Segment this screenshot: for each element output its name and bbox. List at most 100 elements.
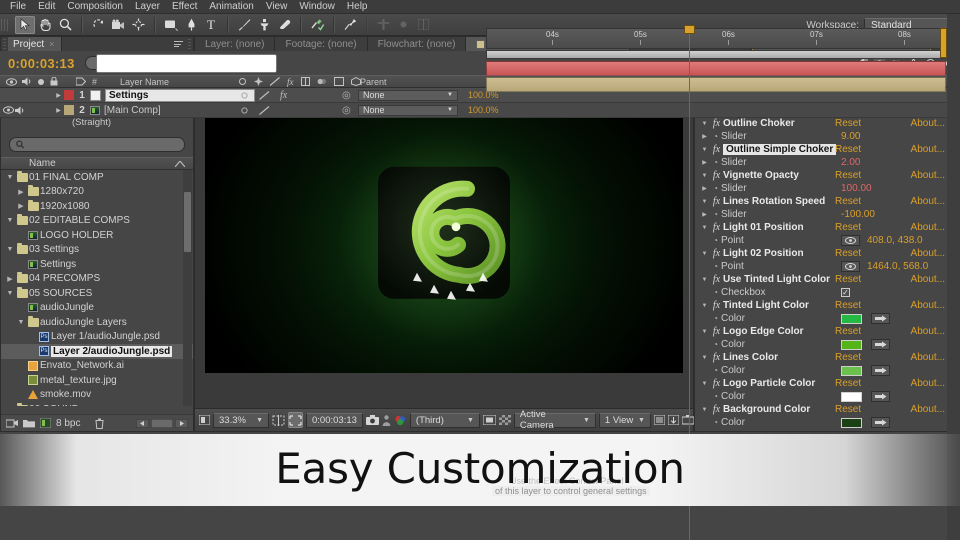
layer-bar-main-comp[interactable] xyxy=(486,77,946,92)
scroll-left-icon[interactable] xyxy=(136,418,149,428)
chevron-down-icon[interactable]: ▼ xyxy=(256,417,263,424)
effect-header-light-02-position[interactable]: ▼ fx Light 02 Position Reset About... xyxy=(695,247,959,260)
project-item-03-settings[interactable]: ▼ 03 Settings xyxy=(1,243,193,258)
parent-select[interactable]: None ▼ xyxy=(358,104,458,116)
stopwatch-icon[interactable]: ◔ xyxy=(710,314,721,323)
effect-header-use-tinted-light-color[interactable]: ▼ fx Use Tinted Light Color Reset About... xyxy=(695,273,959,286)
hand-tool-button[interactable] xyxy=(35,16,55,34)
disclosure-triangle[interactable]: ▼ xyxy=(699,225,710,231)
stopwatch-icon[interactable]: ◔ xyxy=(710,288,721,297)
about-link[interactable]: About... xyxy=(911,378,945,389)
layer-name-header[interactable]: Layer Name xyxy=(120,77,169,87)
menu-item-layer[interactable]: Layer xyxy=(129,0,166,14)
new-comp-icon[interactable] xyxy=(6,418,18,428)
current-time-indicator[interactable] xyxy=(684,25,695,540)
timeline-layer-rows[interactable]: ▶ 1 Settings fx ◎ None ▼ 100.0% ▶ 2 [Main Comp] ◎ No… xyxy=(0,88,960,118)
toolbar-grip[interactable] xyxy=(1,15,10,34)
project-item-settings[interactable]: Settings xyxy=(1,257,193,272)
effect-param-slider[interactable]: ▶ ◔ Slider 100.00 xyxy=(695,182,959,195)
viewer-tab-1[interactable]: Footage: (none) xyxy=(275,37,368,51)
label-icon[interactable] xyxy=(76,77,86,86)
effect-param-color[interactable]: ◔ Color xyxy=(695,338,959,351)
reset-link[interactable]: Reset xyxy=(835,352,861,363)
point-value[interactable]: 1464.0, 568.0 xyxy=(867,261,928,272)
lock-icon[interactable] xyxy=(50,77,58,86)
effect-header-tinted-light-color[interactable]: ▼ fx Tinted Light Color Reset About... xyxy=(695,299,959,312)
project-item-06-sound[interactable]: ▶ 06 SOUND xyxy=(1,402,193,406)
fx-icon[interactable]: fx xyxy=(710,248,723,259)
scroll-right-icon[interactable] xyxy=(175,418,188,428)
reset-link[interactable]: Reset xyxy=(835,274,861,285)
frame-blend-header-icon[interactable] xyxy=(300,77,310,86)
layer-name[interactable]: [Main Comp] xyxy=(104,105,161,116)
about-link[interactable]: About... xyxy=(911,326,945,337)
effect-header-lines-rotation-speed[interactable]: ▼ fx Lines Rotation Speed Reset About... xyxy=(695,195,959,208)
color-swatch[interactable] xyxy=(841,365,862,376)
menu-item-window[interactable]: Window xyxy=(293,0,341,14)
stopwatch-icon[interactable]: ◔ xyxy=(710,158,721,167)
disclosure-triangle[interactable]: ▼ xyxy=(699,381,710,387)
color-swatch[interactable] xyxy=(841,339,862,350)
effect-param-color[interactable]: ◔ Color xyxy=(695,364,959,377)
project-item-envato-network-ai[interactable]: Envato_Network.ai xyxy=(1,359,193,374)
effect-param-slider[interactable]: ▶ ◔ Slider 2.00 xyxy=(695,156,959,169)
stopwatch-icon[interactable]: ◔ xyxy=(710,366,721,375)
reset-link[interactable]: Reset xyxy=(835,300,861,311)
disclosure-triangle[interactable]: ▶ xyxy=(53,90,64,101)
always-preview-icon[interactable] xyxy=(199,412,210,428)
project-item-1920x1080[interactable]: ▶ 1920x1080 xyxy=(1,199,193,214)
shape-tool-button[interactable] xyxy=(161,16,181,34)
reset-link[interactable]: Reset xyxy=(835,248,861,259)
effect-header-outline-simple-choker[interactable]: ▼ fx Outline Simple Choker Reset About... xyxy=(695,143,959,156)
stopwatch-icon[interactable]: ◔ xyxy=(710,184,721,193)
effect-header-background-color[interactable]: ▼ fx Background Color Reset About... xyxy=(695,403,959,416)
disclosure-triangle[interactable]: ▼ xyxy=(5,290,15,297)
eyedropper-button[interactable] xyxy=(871,339,890,350)
color-swatch[interactable] xyxy=(841,313,862,324)
timeline-link-icon[interactable] xyxy=(681,412,694,428)
disclosure-triangle[interactable]: ▼ xyxy=(699,199,710,205)
transparency-grid-icon[interactable] xyxy=(498,412,511,428)
puppet-pin-tool-button[interactable] xyxy=(340,16,360,34)
horizontal-scrollbar[interactable] xyxy=(151,418,173,428)
effect-param-point[interactable]: ◔ Point 408.0, 438.0 xyxy=(695,234,959,247)
project-tab-grip-right[interactable] xyxy=(186,37,193,51)
eyedropper-button[interactable] xyxy=(871,313,890,324)
disclosure-triangle[interactable]: ▼ xyxy=(699,147,710,153)
menu-item-file[interactable]: File xyxy=(4,0,32,14)
effect-param-point[interactable]: ◔ Point 1464.0, 568.0 xyxy=(695,260,959,273)
audio-icon[interactable] xyxy=(22,77,32,86)
disclosure-triangle[interactable]: ▼ xyxy=(16,319,26,326)
point-value[interactable]: 408.0, 438.0 xyxy=(867,235,923,246)
effect-controls-list[interactable]: ▼fxSmoke On/OffResetAbout...◔Checkbox✓▼f… xyxy=(695,65,959,431)
pen-tool-button[interactable] xyxy=(181,16,201,34)
quality-toggle[interactable] xyxy=(259,90,270,100)
effect-header-outline-choker[interactable]: ▼ fx Outline Choker Reset About... xyxy=(695,117,959,130)
zoom-select[interactable]: 33.3% ▼ xyxy=(213,412,269,428)
fx-icon[interactable]: fx xyxy=(710,196,723,207)
point-picker-button[interactable] xyxy=(841,235,860,246)
solo-icon[interactable] xyxy=(37,78,45,86)
disclosure-triangle[interactable]: ▼ xyxy=(5,217,15,224)
viewer-tab-2[interactable]: Flowchart: (none) xyxy=(368,37,467,51)
color-swatch[interactable] xyxy=(841,417,862,428)
parent-link-icon[interactable]: ◎ xyxy=(342,90,351,101)
fx-icon[interactable]: fx xyxy=(710,378,723,389)
effect-header-light-01-position[interactable]: ▼ fx Light 01 Position Reset About... xyxy=(695,221,959,234)
eyedropper-button[interactable] xyxy=(871,417,890,428)
effects-indicator[interactable]: fx xyxy=(280,90,287,101)
stopwatch-icon[interactable]: ◔ xyxy=(710,132,721,141)
bit-depth-label[interactable]: 8 bpc xyxy=(56,418,80,429)
disclosure-triangle[interactable]: ▼ xyxy=(699,251,710,257)
layer-name[interactable]: Settings xyxy=(105,88,255,102)
chevron-down-icon[interactable]: ▼ xyxy=(583,417,590,424)
effect-param-color[interactable]: ◔ Color xyxy=(695,312,959,325)
layer-lock-toggle[interactable] xyxy=(36,90,47,101)
layer-opacity[interactable]: 100.0% xyxy=(468,105,499,115)
chevron-down-icon[interactable]: ▼ xyxy=(447,107,453,113)
layer-bar-settings[interactable] xyxy=(486,61,946,76)
color-depth-icon[interactable] xyxy=(40,418,51,428)
stopwatch-icon[interactable]: ◔ xyxy=(710,392,721,401)
reset-link[interactable]: Reset xyxy=(835,170,861,181)
timeline-search[interactable] xyxy=(84,53,277,73)
